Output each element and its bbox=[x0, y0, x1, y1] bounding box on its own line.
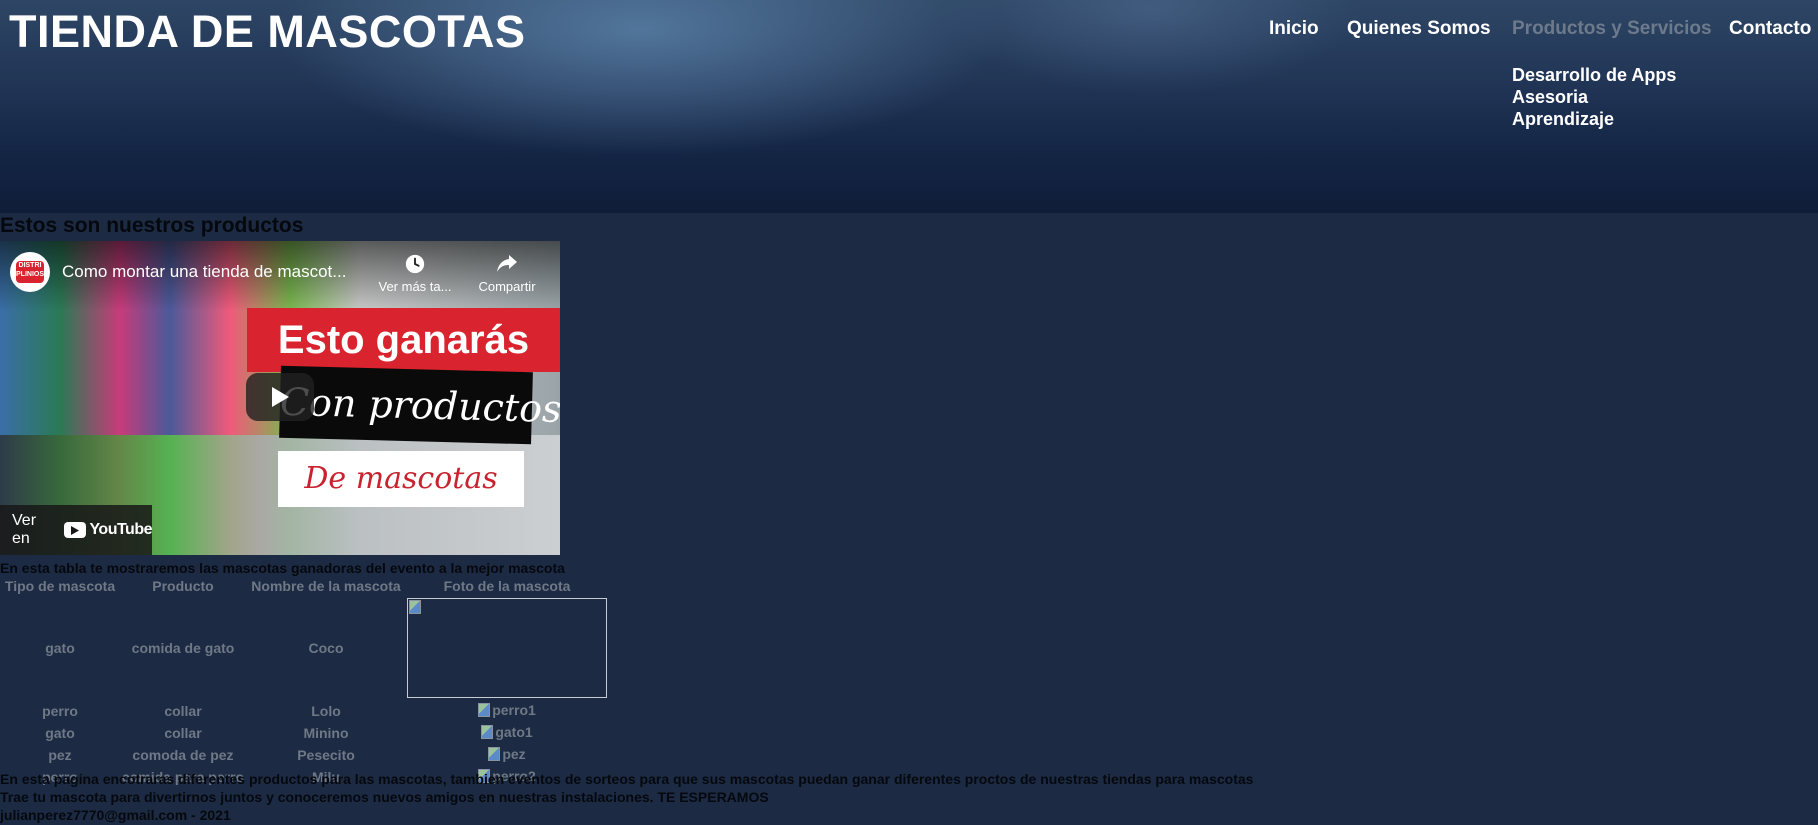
cell-producto: collar bbox=[164, 725, 202, 741]
channel-avatar[interactable]: DISTRI PLINIOS bbox=[10, 252, 50, 292]
broken-image: gato1 bbox=[481, 724, 533, 740]
cell-foto: gato1 bbox=[406, 723, 608, 743]
submenu-item-desarrollo-apps[interactable]: Desarrollo de Apps bbox=[1512, 64, 1676, 86]
submenu-item-asesoria[interactable]: Asesoria bbox=[1512, 86, 1676, 108]
cell-tipo: perro bbox=[42, 703, 78, 719]
youtube-embed[interactable]: DISTRI PLINIOS Como montar una tienda de… bbox=[0, 241, 560, 555]
youtube-wordmark: YouTube bbox=[89, 521, 152, 538]
header-producto: Producto bbox=[152, 578, 214, 594]
cell-tipo: gato bbox=[45, 640, 75, 656]
cell-nombre: Pesecito bbox=[297, 747, 355, 763]
footer-contact: julianperez7770@gmail.com - 2021 bbox=[0, 807, 231, 823]
nav-item-quienes-somos[interactable]: Quienes Somos bbox=[1347, 18, 1491, 40]
cell-producto: comida de gato bbox=[131, 640, 235, 656]
cell-producto: comoda de pez bbox=[132, 747, 234, 763]
cell-foto: pez bbox=[406, 745, 608, 765]
video-title[interactable]: Como montar una tienda de mascot... bbox=[62, 262, 362, 282]
broken-image: pez bbox=[488, 746, 526, 762]
image-alt-text: gato1 bbox=[495, 724, 533, 740]
thumbnail-banner-white: De mascotas bbox=[278, 451, 524, 507]
winners-table: Tipo de mascota Producto Nombre de la ma… bbox=[0, 575, 610, 789]
broken-image-icon bbox=[478, 703, 491, 717]
table-row: pez comoda de pez Pesecito pez bbox=[2, 745, 608, 765]
broken-image-icon bbox=[481, 725, 494, 739]
invite-paragraph: Trae tu mascota para divertirnos juntos … bbox=[0, 789, 769, 805]
table-caption: En esta tabla te mostraremos las mascota… bbox=[0, 560, 565, 576]
broken-image-coco bbox=[407, 598, 607, 698]
table-row: perro collar Lolo perro1 bbox=[2, 701, 608, 721]
page-header: TIENDA DE MASCOTAS Inicio Quienes Somos … bbox=[0, 0, 1818, 213]
watch-on-label: Ver en bbox=[12, 512, 37, 547]
cell-producto: collar bbox=[164, 703, 202, 719]
table-header-row: Tipo de mascota Producto Nombre de la ma… bbox=[2, 577, 608, 595]
cell-tipo: gato bbox=[45, 725, 75, 741]
table-row: gato collar Minino gato1 bbox=[2, 723, 608, 743]
section-title: Estos son nuestros productos bbox=[0, 214, 304, 237]
play-button[interactable] bbox=[246, 373, 314, 421]
submenu-item-aprendizaje[interactable]: Aprendizaje bbox=[1512, 108, 1676, 130]
image-alt-text: pez bbox=[502, 746, 526, 762]
watch-later-button[interactable]: Ver más ta... bbox=[370, 253, 460, 294]
nav-item-contacto[interactable]: Contacto bbox=[1729, 18, 1811, 40]
header-tipo: Tipo de mascota bbox=[4, 578, 116, 594]
share-icon bbox=[497, 255, 517, 272]
header-foto: Foto de la mascota bbox=[443, 578, 571, 594]
image-alt-text: perro1 bbox=[492, 702, 536, 718]
header-nombre: Nombre de la mascota bbox=[251, 578, 401, 594]
play-icon bbox=[272, 387, 289, 407]
cell-nombre: Minino bbox=[303, 725, 349, 741]
cell-nombre: Lolo bbox=[311, 703, 341, 719]
channel-logo-text: DISTRI PLINIOS bbox=[16, 261, 44, 283]
thumbnail-banner-black: Con productos bbox=[279, 365, 560, 445]
watch-later-label: Ver más ta... bbox=[378, 279, 452, 294]
share-label: Compartir bbox=[478, 279, 536, 294]
clock-icon bbox=[405, 254, 425, 274]
intro-paragraph: En esta pagina encotraras diferentes pro… bbox=[0, 771, 1254, 787]
broken-image-icon bbox=[409, 600, 421, 614]
youtube-logo: YouTube bbox=[64, 521, 152, 539]
cell-nombre: Coco bbox=[308, 640, 344, 656]
cell-foto: perro1 bbox=[406, 701, 608, 721]
main-nav: Inicio Quienes Somos Productos y Servici… bbox=[0, 18, 1818, 129]
broken-image: perro1 bbox=[478, 702, 536, 718]
thumbnail-banner-red: Esto ganarás bbox=[247, 308, 560, 372]
cell-foto bbox=[406, 597, 608, 699]
cell-tipo: pez bbox=[48, 747, 72, 763]
watch-on-youtube-button[interactable]: Ver en YouTube bbox=[0, 505, 152, 555]
productos-submenu: Desarrollo de Apps Asesoria Aprendizaje bbox=[1512, 64, 1676, 130]
nav-item-inicio[interactable]: Inicio bbox=[1269, 18, 1319, 40]
broken-image-icon bbox=[488, 747, 501, 761]
nav-item-productos-servicios[interactable]: Productos y Servicios bbox=[1512, 18, 1712, 40]
share-button[interactable]: Compartir bbox=[462, 253, 552, 294]
youtube-play-icon bbox=[64, 522, 87, 538]
table-row: gato comida de gato Coco bbox=[2, 597, 608, 699]
